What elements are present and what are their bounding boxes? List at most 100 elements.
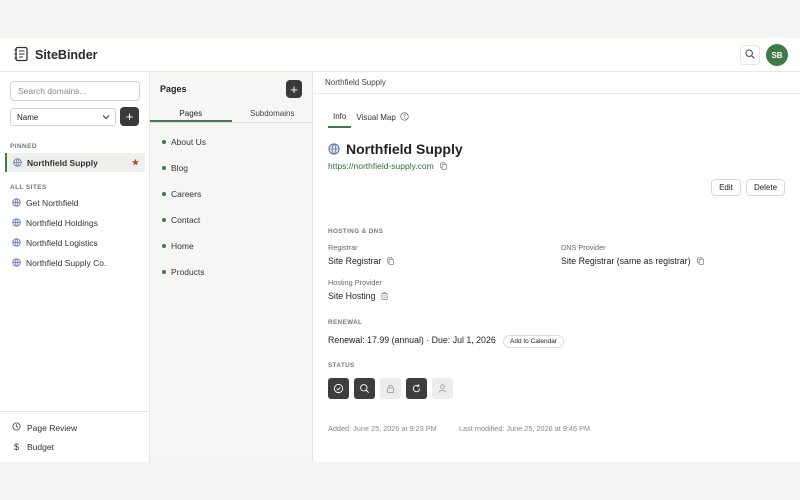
bullet-dot [162,218,166,222]
site-url-link[interactable]: https://northfield-supply.com [328,161,434,171]
lock-icon [386,384,395,393]
sidebar-item-budget[interactable]: $ Budget [12,442,54,452]
add-site-button[interactable]: + [120,107,139,126]
bullet-dot [162,192,166,196]
main-panel: Northfield Supply Info Visual Map ? Nort… [314,72,800,462]
copy-icon[interactable] [387,257,395,265]
sidebar-item-northfield-supply[interactable]: Northfield Supply ★ [5,153,145,172]
page-item-blog[interactable]: Blog [162,163,188,173]
sidebar-item-get-northfield[interactable]: Get Northfield [5,193,145,212]
app-name: SiteBinder [35,48,98,62]
svg-text:?: ? [403,115,406,121]
check-circle-icon [333,383,344,394]
top-bar: SiteBinder SB [0,38,800,72]
global-search-button[interactable] [740,45,760,65]
status-user-button[interactable] [432,378,453,399]
page-item-label: Contact [171,215,201,225]
copy-icon[interactable] [696,257,704,265]
search-icon [360,384,369,393]
sidebar-item-page-review[interactable]: Page Review [12,422,77,433]
pinned-label: PINNED [10,143,37,150]
globe-icon [328,143,340,155]
page-title: Northfield Supply [346,141,463,157]
page-item-label: Home [171,241,194,251]
hosting-provider-label: Hosting Provider [328,278,382,287]
registrar-value: Site Registrar [328,256,395,266]
sidebar-item-northfield-supply-co[interactable]: Northfield Supply Co. [5,253,145,272]
renewal-text: Renewal: 17.99 (annual) · Due: Jul 1, 20… [328,335,496,345]
search-domains-input[interactable] [10,81,140,101]
site-url: https://northfield-supply.com [328,161,447,171]
help-icon[interactable]: ? [400,112,409,123]
tab-pages[interactable]: Pages [150,105,232,122]
status-header: STATUS [328,362,355,369]
hosting-provider-text: Site Hosting [328,291,376,301]
page-item-label: About Us [171,137,206,147]
tab-label: Info [333,112,347,121]
sidebar-item-label: Northfield Supply Co. [26,257,107,268]
dns-provider-label: DNS Provider [561,243,606,252]
sort-select-value: Name [17,112,39,122]
add-page-button[interactable]: + [286,80,302,98]
sort-select[interactable]: Name [10,108,116,126]
status-lock-button[interactable] [380,378,401,399]
modified-timestamp: Last modified: June 25, 2026 at 9:46 PM [459,424,591,433]
star-icon[interactable]: ★ [132,158,139,167]
detail-tabs: Info Visual Map ? [328,112,414,128]
page-item-label: Blog [171,163,189,173]
site-title: Northfield Supply [328,141,463,157]
page-item-label: Careers [171,189,202,199]
all-sites-label: ALL SITES [10,184,47,191]
status-check-button[interactable] [328,378,349,399]
page-item-careers[interactable]: Careers [162,189,201,199]
edit-button[interactable]: Edit [711,179,741,196]
sidebar-item-label: Northfield Holdings [26,217,98,228]
globe-icon [12,198,21,207]
refresh-icon [412,384,421,393]
user-avatar[interactable]: SB [766,44,788,66]
copy-icon[interactable] [440,162,447,170]
sidebar: Name + PINNED Northfield Supply ★ ALL SI… [0,72,150,462]
page-item-home[interactable]: Home [162,241,194,251]
bullet-dot [162,270,166,274]
tab-info[interactable]: Info [328,112,352,128]
pages-panel: Pages + Pages Subdomains About Us Blog C… [150,72,313,462]
globe-icon [12,218,21,227]
sidebar-item-northfield-logistics[interactable]: Northfield Logistics [5,233,145,252]
pages-tabs: Pages Subdomains [150,105,313,123]
status-refresh-button[interactable] [406,378,427,399]
registrar-label: Registrar [328,243,358,252]
status-icons [328,378,453,399]
globe-icon [12,258,21,267]
clipboard-icon[interactable] [381,292,388,300]
dns-provider-value: Site Registrar (same as registrar) [561,256,704,266]
app-window: SiteBinder SB Name + PINNED Northfield S… [0,38,800,462]
add-to-calendar-button[interactable]: Add to Calendar [503,335,564,348]
page-item-contact[interactable]: Contact [162,215,200,225]
bullet-dot [162,140,166,144]
sidebar-item-label: Get Northfield [26,197,79,208]
bullet-dot [162,244,166,248]
app-logo[interactable]: SiteBinder [13,46,98,64]
page-item-products[interactable]: Products [162,267,205,277]
sidebar-item-label: Northfield Logistics [26,237,98,248]
search-icon [745,49,755,61]
sidebar-item-northfield-holdings[interactable]: Northfield Holdings [5,213,145,232]
registrar-text: Site Registrar [328,256,382,266]
footer-item-label: Budget [27,442,54,452]
page-item-about-us[interactable]: About Us [162,137,206,147]
tab-visual-map[interactable]: Visual Map ? [351,112,413,128]
renewal-header: RENEWAL [328,319,363,326]
tab-subdomains[interactable]: Subdomains [232,105,314,122]
dns-provider-text: Site Registrar (same as registrar) [561,256,691,266]
divider [314,93,800,94]
tab-label: Visual Map [356,113,396,122]
status-search-button[interactable] [354,378,375,399]
added-timestamp: Added: June 25, 2026 at 9:23 PM [328,424,437,433]
sidebar-item-label: Northfield Supply [27,157,98,168]
bullet-dot [162,166,166,170]
clock-icon [12,422,21,433]
breadcrumb[interactable]: Northfield Supply [325,78,386,87]
delete-button[interactable]: Delete [746,179,785,196]
sidebar-footer: Page Review $ Budget [0,411,150,462]
